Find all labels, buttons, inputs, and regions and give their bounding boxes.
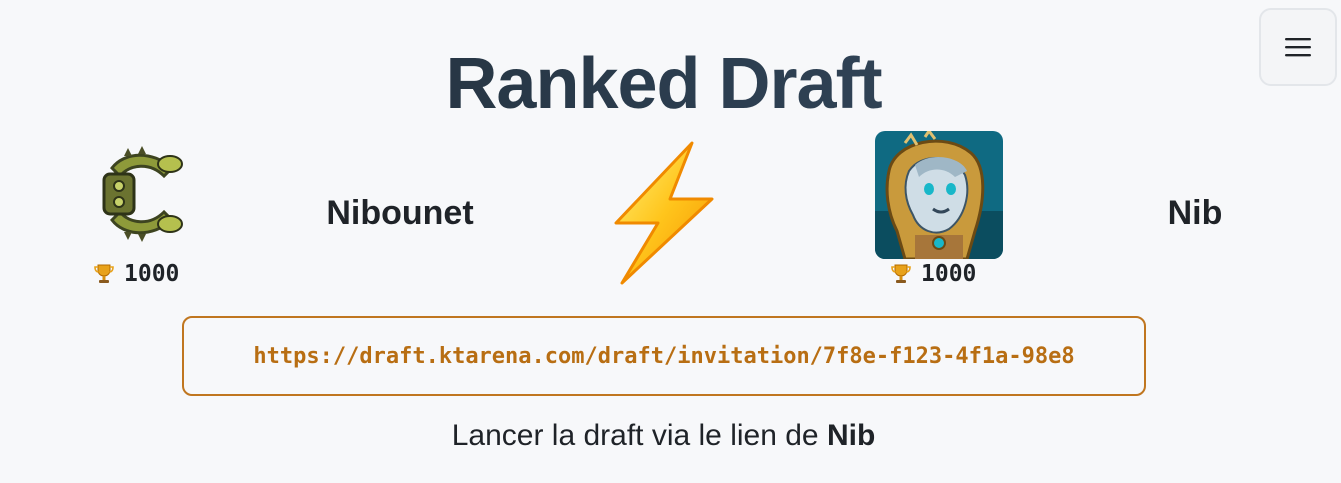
player2-name: Nib <box>1167 194 1223 232</box>
invitation-link[interactable]: https://draft.ktarena.com/draft/invitati… <box>253 344 1074 369</box>
player2-avatar <box>875 131 1003 259</box>
page-title: Ranked Draft <box>0 42 1327 126</box>
mechanical-creature-icon <box>102 146 183 242</box>
player1-rating-value: 1000 <box>124 261 180 287</box>
player1-avatar <box>94 146 190 242</box>
player2-rating: 1000 <box>889 261 976 287</box>
hooded-character-portrait <box>875 131 1003 259</box>
player1-name: Nibounet <box>326 194 474 232</box>
player2-rating-value: 1000 <box>921 261 977 287</box>
launch-player-name: Nib <box>826 419 876 452</box>
trophy-icon <box>94 264 114 283</box>
launch-instruction: Lancer la draft via le lien de Nib <box>0 419 1327 453</box>
launch-instruction-text: Lancer la draft via le lien de <box>451 419 827 452</box>
player1-rating: 1000 <box>92 261 179 287</box>
trophy-icon <box>891 264 911 283</box>
invitation-link-box[interactable]: https://draft.ktarena.com/draft/invitati… <box>182 316 1146 396</box>
lightning-bolt-icon <box>614 141 714 285</box>
